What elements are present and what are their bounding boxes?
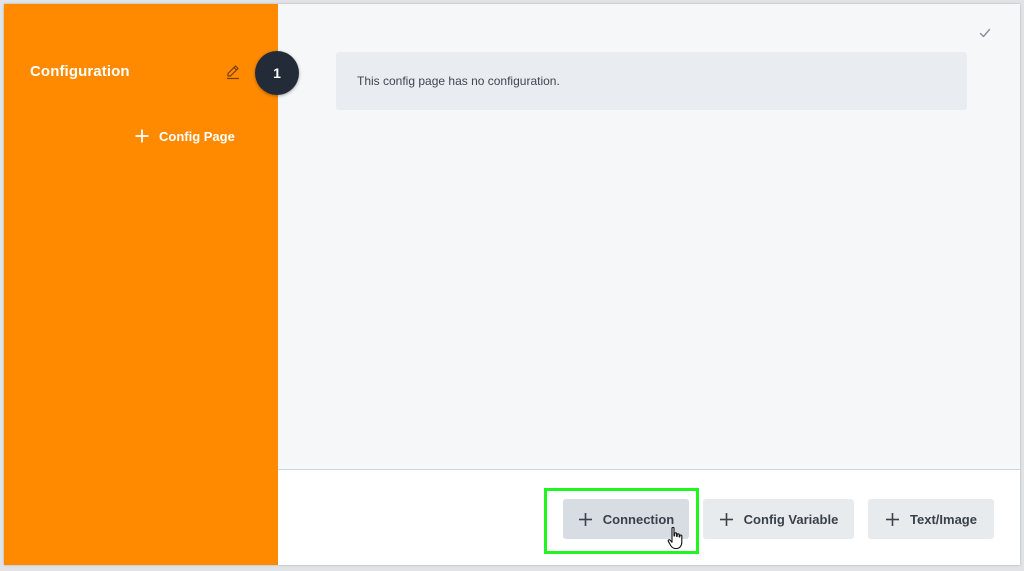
config-editor-window: Configuration Config Page 1 This config … <box>4 4 1020 565</box>
add-connection-label: Connection <box>602 511 675 527</box>
sidebar-title: Configuration <box>30 63 130 80</box>
plus-icon <box>886 512 900 526</box>
sidebar: Configuration Config Page <box>4 4 278 565</box>
add-text-image-button[interactable]: Text/Image <box>868 499 994 539</box>
add-text-image-label: Text/Image <box>910 511 977 527</box>
plus-icon <box>578 512 592 526</box>
empty-config-text: This config page has no configuration. <box>357 74 560 88</box>
pencil-icon[interactable] <box>224 63 242 81</box>
config-page-tab-1[interactable]: 1 <box>255 51 299 95</box>
check-icon[interactable] <box>978 26 992 40</box>
plus-icon <box>135 129 149 143</box>
add-element-toolbar: Connection Config Variable Text/Image <box>278 469 1020 565</box>
add-config-variable-label: Config Variable <box>743 511 839 527</box>
add-config-variable-button[interactable]: Config Variable <box>703 499 854 539</box>
hand-pointer-icon <box>667 526 683 550</box>
empty-config-message: This config page has no configuration. <box>336 52 967 110</box>
plus-icon <box>719 512 733 526</box>
add-config-page-button[interactable]: Config Page <box>134 125 235 147</box>
add-config-page-label: Config Page <box>159 128 235 144</box>
